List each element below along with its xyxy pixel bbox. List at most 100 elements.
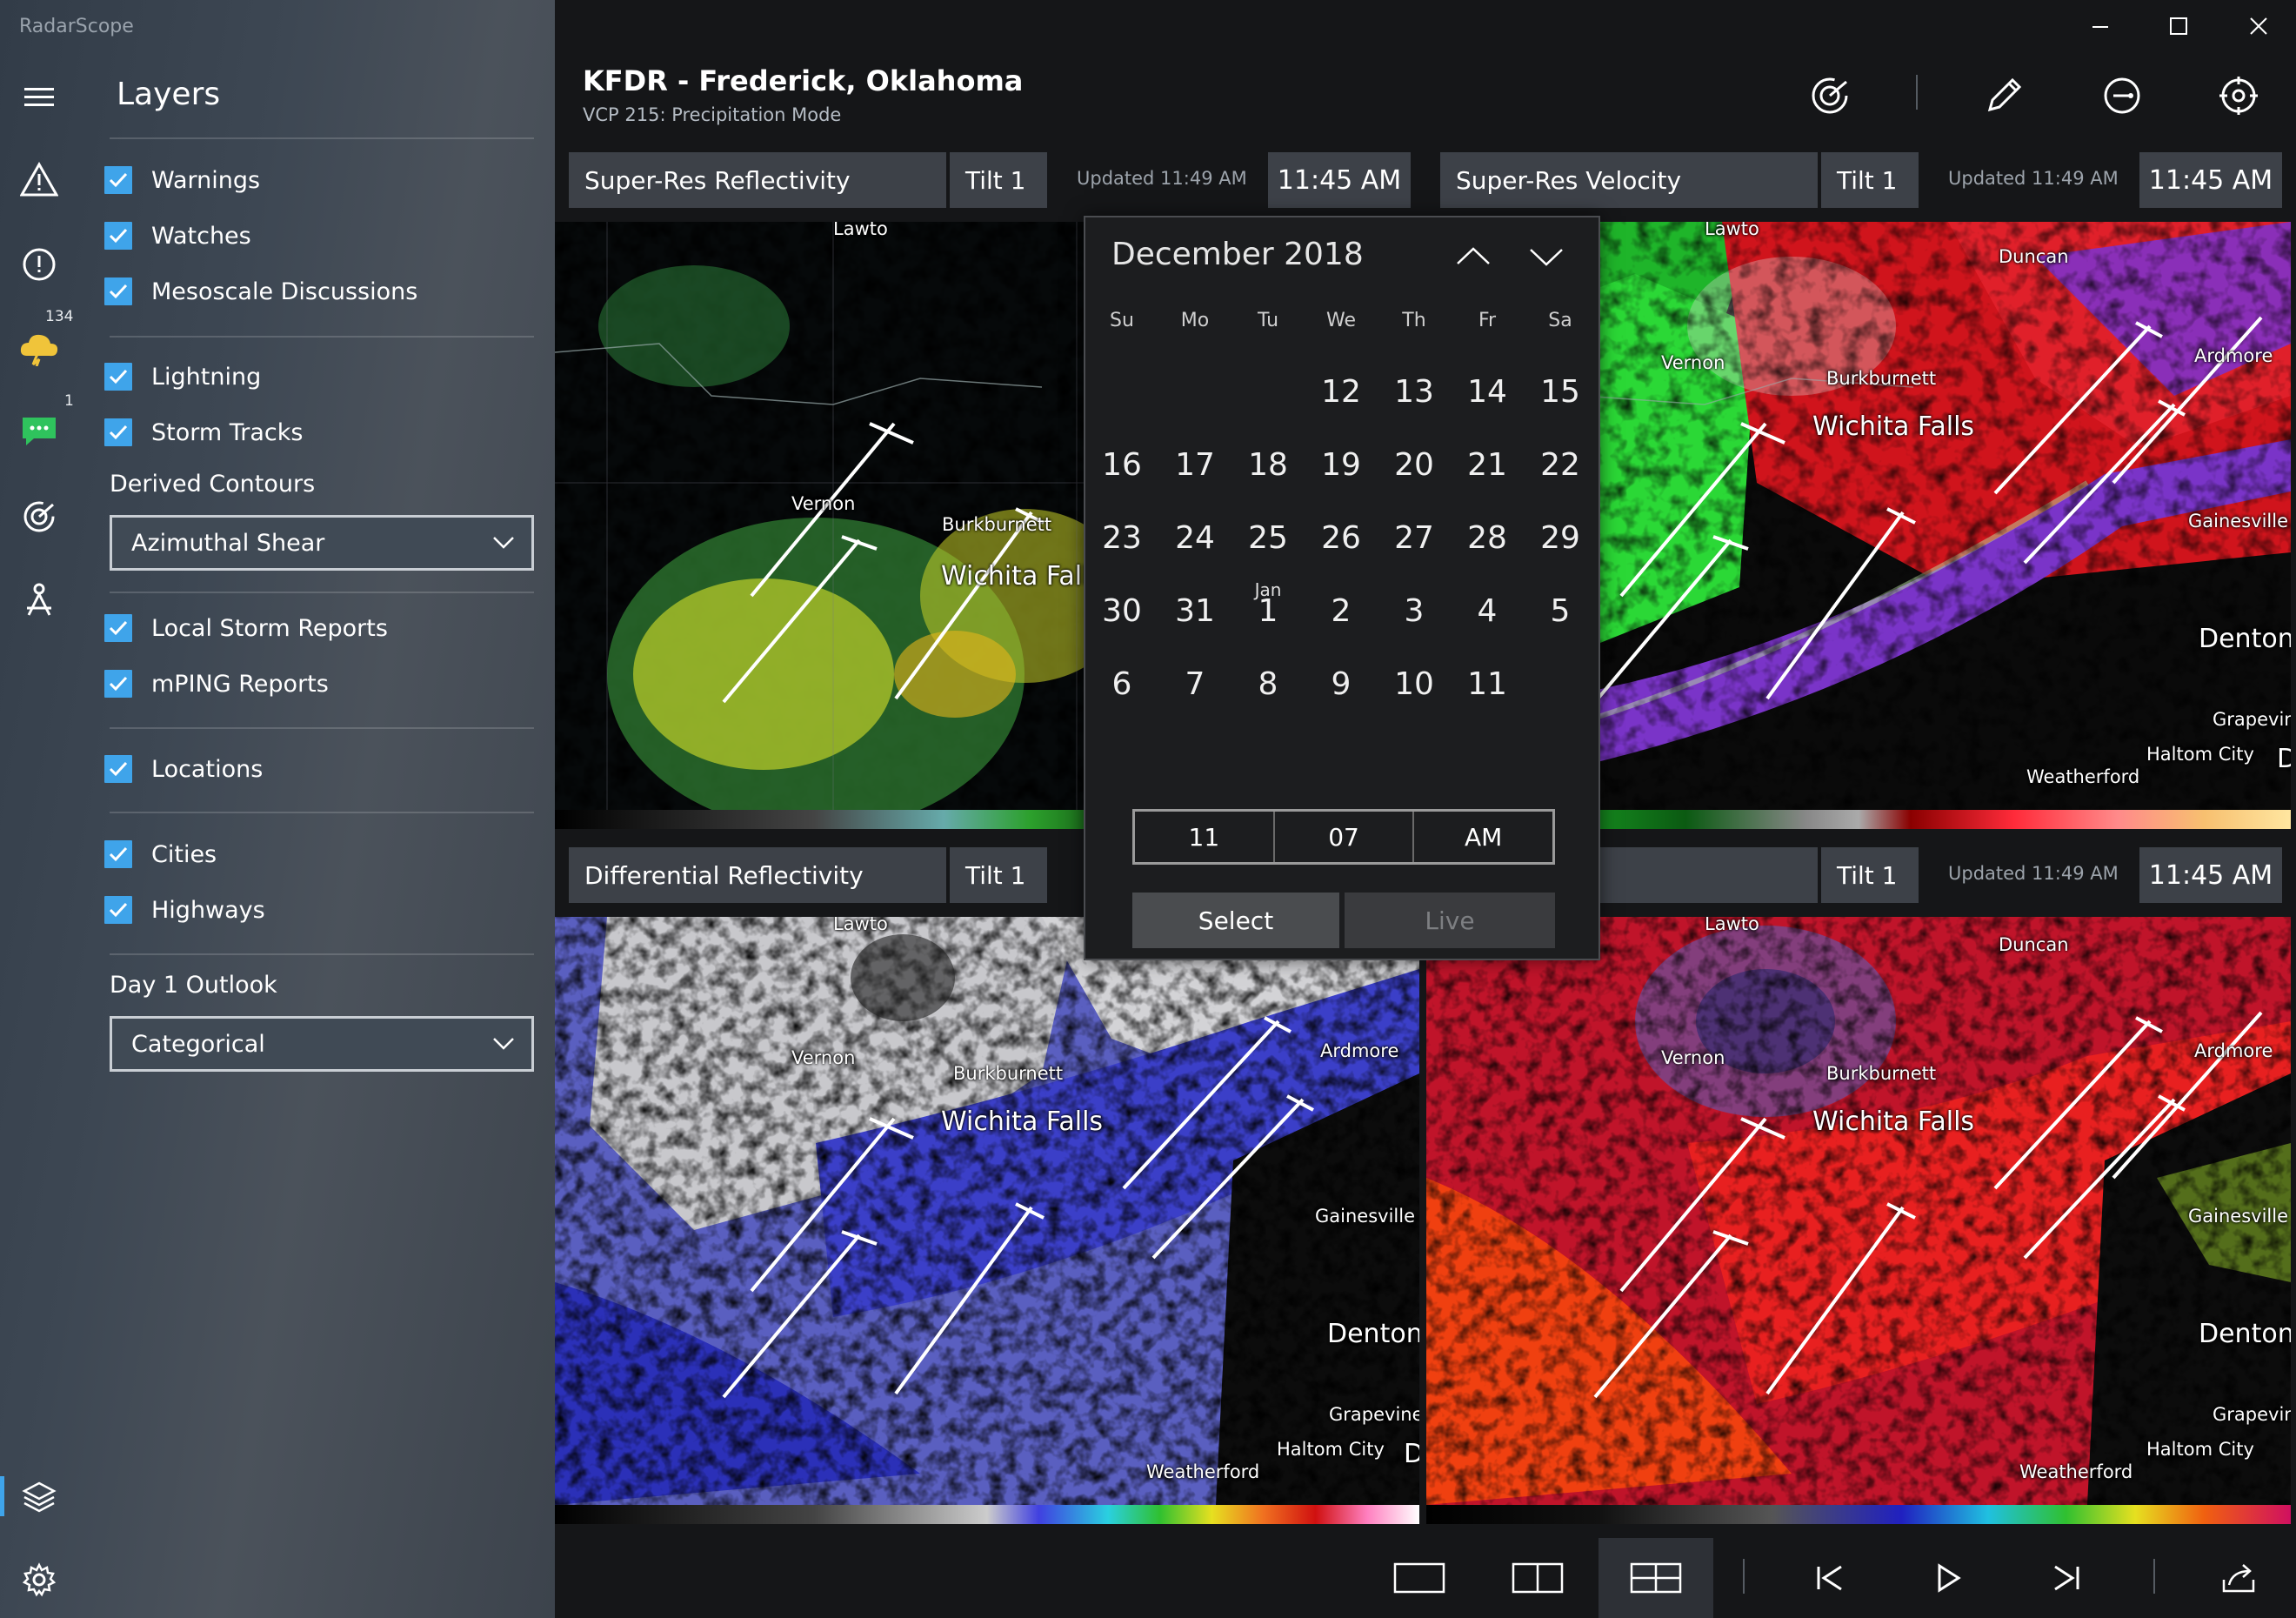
tilt-selector[interactable]: Tilt 1 <box>950 152 1047 208</box>
highways-checkbox[interactable]: Highways <box>104 888 265 932</box>
calendar-day[interactable]: 12 <box>1305 355 1378 428</box>
watches-checkbox[interactable]: Watches <box>104 214 251 257</box>
maximize-button[interactable] <box>2139 0 2218 52</box>
calendar-day[interactable]: 22 <box>1524 428 1597 501</box>
radar-map[interactable]: Lawto Duncan Vernon Burkburnett Wichita … <box>1426 917 2291 1505</box>
city-label: Haltom City <box>2146 744 2254 765</box>
correlation-coefficient-color-scale <box>1426 1505 2291 1524</box>
calendar-day[interactable]: 27 <box>1378 501 1451 574</box>
calendar-day[interactable]: 20 <box>1378 428 1451 501</box>
product-selector[interactable]: Differential Reflectivity <box>569 847 946 903</box>
skip-back-button[interactable] <box>1797 1538 1863 1618</box>
select-button[interactable]: Select <box>1132 893 1339 948</box>
calendar-day[interactable]: 11 <box>1451 647 1524 720</box>
next-month-button[interactable] <box>1520 235 1572 278</box>
tilt-selector[interactable]: Tilt 1 <box>950 847 1047 903</box>
live-button[interactable]: Live <box>1345 893 1555 948</box>
calendar-day[interactable]: 28 <box>1451 501 1524 574</box>
derived-contours-dropdown[interactable]: Azimuthal Shear <box>110 515 534 571</box>
updated-time: Updated 11:49 AM <box>1948 863 2119 884</box>
warnings-checkbox[interactable]: Warnings <box>104 158 260 202</box>
city-label: Gainesville <box>2188 1206 2288 1227</box>
scan-time-button[interactable]: 11:45 AM <box>2139 847 2282 903</box>
product-selector[interactable]: Super-Res Reflectivity <box>569 152 946 208</box>
dual-pane-layout-button[interactable] <box>1499 1538 1576 1618</box>
tilt-selector[interactable]: Tilt 1 <box>1821 847 1919 903</box>
warnings-rail-button[interactable] <box>0 144 78 214</box>
calendar-day[interactable]: 23 <box>1085 501 1158 574</box>
location-lock-button[interactable] <box>2094 68 2150 124</box>
radar-sweep-icon <box>1812 77 1848 114</box>
calendar-day[interactable]: 29 <box>1524 501 1597 574</box>
calendar-day[interactable]: 5 <box>1524 574 1597 647</box>
calendar-day[interactable]: 3 <box>1378 574 1451 647</box>
calendar-day[interactable]: 15 <box>1524 355 1597 428</box>
calendar-day[interactable]: 17 <box>1158 428 1231 501</box>
play-button[interactable] <box>1915 1538 1981 1618</box>
local-storm-reports-checkbox[interactable]: Local Storm Reports <box>104 606 388 650</box>
calendar-day[interactable]: 26 <box>1305 501 1378 574</box>
calendar-day[interactable]: 30 <box>1085 574 1158 647</box>
calendar-day[interactable]: 7 <box>1158 647 1231 720</box>
skip-forward-button[interactable] <box>2033 1538 2099 1618</box>
scan-time-button[interactable]: 11:45 AM <box>1268 152 1411 208</box>
divider <box>110 137 534 139</box>
minimize-button[interactable] <box>2061 0 2139 52</box>
skip-back-icon <box>1817 1565 1842 1591</box>
calendar-day[interactable]: 14 <box>1451 355 1524 428</box>
settings-rail-button[interactable] <box>0 1545 78 1615</box>
storm-tracks-checkbox[interactable]: Storm Tracks <box>104 411 303 454</box>
layers-rail-button[interactable] <box>0 1461 78 1531</box>
calendar-day[interactable]: 10 <box>1378 647 1451 720</box>
scan-time-button[interactable]: 11:45 AM <box>2139 152 2282 208</box>
locations-checkbox[interactable]: Locations <box>104 747 263 791</box>
checkmark-icon <box>104 222 132 250</box>
day1-outlook-dropdown[interactable]: Categorical <box>110 1016 534 1072</box>
calendar-day-jan-1[interactable]: Jan 1 <box>1231 574 1305 647</box>
derived-contours-label: Derived Contours <box>110 471 316 498</box>
spotter-rail-button[interactable] <box>0 565 78 635</box>
tilt-selector[interactable]: Tilt 1 <box>1821 152 1919 208</box>
calendar-day[interactable]: 18 <box>1231 428 1305 501</box>
radar-map[interactable]: Lawto Vernon Burkburnett Wichita Falls A… <box>555 917 1419 1505</box>
calendar-day[interactable]: 2 <box>1305 574 1378 647</box>
calendar-day[interactable]: 31 <box>1158 574 1231 647</box>
previous-month-button[interactable] <box>1447 235 1499 278</box>
mping-checkbox[interactable]: mPING Reports <box>104 662 329 705</box>
quad-pane-layout-button[interactable] <box>1599 1538 1713 1618</box>
alerts-rail-button[interactable] <box>0 230 78 299</box>
calendar-day[interactable]: 19 <box>1305 428 1378 501</box>
city-label: Weatherford <box>2019 1461 2133 1482</box>
product-selector[interactable]: Super-Res Velocity <box>1440 152 1818 208</box>
my-location-button[interactable] <box>2211 68 2266 124</box>
calendar-day[interactable]: 9 <box>1305 647 1378 720</box>
draw-button[interactable] <box>1976 68 2032 124</box>
calendar-day[interactable]: 16 <box>1085 428 1158 501</box>
hamburger-menu-button[interactable] <box>0 63 78 132</box>
cities-checkbox[interactable]: Cities <box>104 832 217 876</box>
calendar-day[interactable]: 8 <box>1231 647 1305 720</box>
calendar-day[interactable]: 21 <box>1451 428 1524 501</box>
ampm-selector[interactable]: AM <box>1414 812 1552 862</box>
calendar-day[interactable]: 4 <box>1451 574 1524 647</box>
chevron-down-icon <box>493 537 514 549</box>
radar-rail-button[interactable] <box>0 482 78 552</box>
calendar-day[interactable]: 13 <box>1378 355 1451 428</box>
calendar-day[interactable]: 24 <box>1158 501 1231 574</box>
close-icon <box>2250 17 2267 35</box>
single-pane-layout-button[interactable] <box>1381 1538 1458 1618</box>
mping-label: mPING Reports <box>151 670 329 698</box>
station-mode: VCP 215: Precipitation Mode <box>583 104 842 125</box>
weekday-header: Fr <box>1478 310 1497 331</box>
city-label: Grapevine <box>1329 1404 1419 1425</box>
calendar-day[interactable]: 6 <box>1085 647 1158 720</box>
radar-sites-button[interactable] <box>1802 68 1858 124</box>
lightning-checkbox[interactable]: Lightning <box>104 355 261 398</box>
close-button[interactable] <box>2219 0 2296 52</box>
checkmark-icon <box>104 166 132 194</box>
minute-selector[interactable]: 07 <box>1275 812 1415 862</box>
mesoscale-checkbox[interactable]: Mesoscale Discussions <box>104 270 417 313</box>
calendar-day[interactable]: 25 <box>1231 501 1305 574</box>
hour-selector[interactable]: 11 <box>1135 812 1275 862</box>
share-button[interactable] <box>2206 1538 2272 1618</box>
